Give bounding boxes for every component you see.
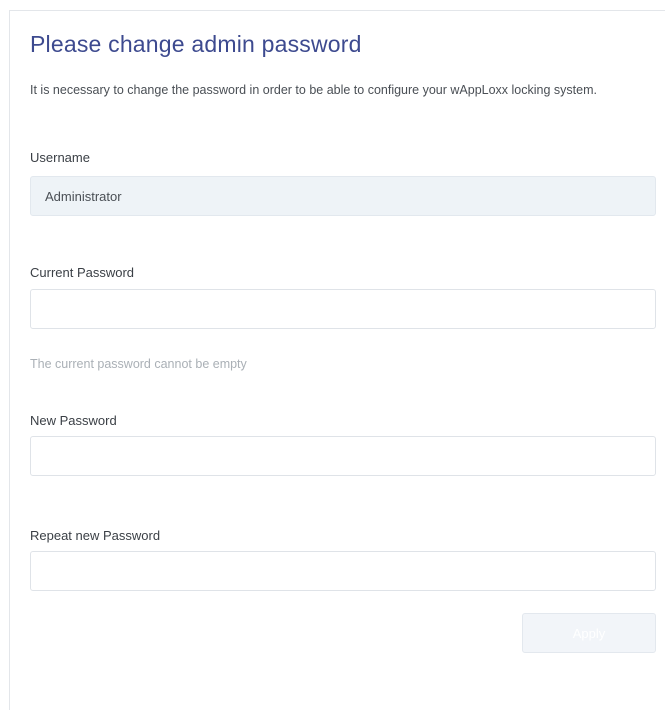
current-password-label: Current Password (30, 265, 135, 280)
current-password-error: The current password cannot be empty (30, 357, 247, 371)
page-title: Please change admin password (30, 31, 362, 57)
new-password-field[interactable] (30, 436, 656, 476)
repeat-password-label: Repeat new Password (30, 528, 161, 543)
new-password-label: New Password (30, 413, 117, 428)
username-field (30, 176, 656, 216)
current-password-field[interactable] (30, 289, 656, 329)
page-description: It is necessary to change the password i… (30, 83, 597, 97)
apply-button[interactable]: Apply (522, 613, 656, 653)
repeat-password-field[interactable] (30, 551, 656, 591)
username-label: Username (30, 150, 90, 165)
